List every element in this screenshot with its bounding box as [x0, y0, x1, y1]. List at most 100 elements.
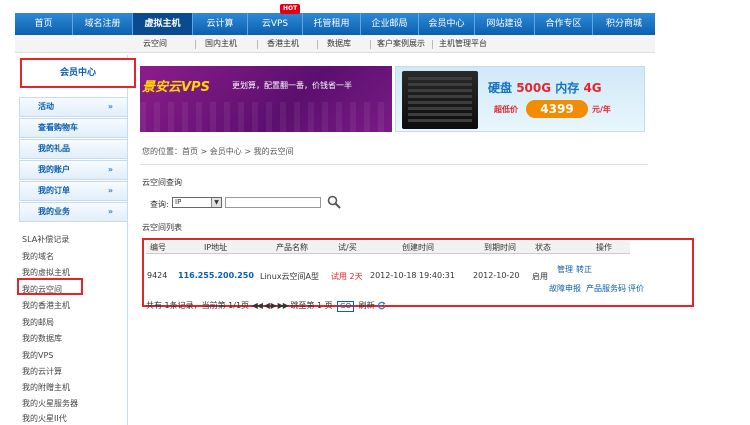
sub-nav: 云空间 国内主机 香港主机 数据库 客户案例展示 主机管理平台: [15, 35, 655, 53]
vps-banner[interactable]: 景安云VPS 更划算，配置翻一番，价钱省一半: [140, 66, 392, 132]
pager-summary: 共有 1条记录，当前第 1/1页: [146, 301, 250, 310]
sidebar-link-hk-host[interactable]: 我的香港主机: [22, 300, 70, 311]
nav-partner[interactable]: 合作专区: [535, 13, 593, 35]
nav-member-center[interactable]: 会员中心: [419, 13, 475, 35]
pagination: 共有 1条记录，当前第 1/1页 ◀◀ ◀ ▶ ▶▶ 跳至第 1 页 GO 刷新: [146, 300, 386, 312]
search-icon[interactable]: [327, 195, 341, 209]
col-expires: 到期时间: [484, 243, 516, 252]
price-badge: 4399: [526, 100, 588, 118]
server-rack-icon: [402, 71, 478, 129]
row-trial: 试用 2天: [331, 272, 363, 281]
hot-badge: HOT: [280, 4, 301, 14]
subnav-divider: [317, 40, 318, 49]
menu-label: 我的业务: [38, 207, 70, 216]
row-id: 9424: [147, 271, 168, 280]
subnav-divider: [370, 40, 371, 49]
query-input[interactable]: [225, 197, 321, 208]
query-label: 查询:: [150, 200, 169, 209]
row-status: 启用: [532, 272, 548, 281]
pager-page-suffix: 页: [324, 301, 333, 310]
col-status: 状态: [535, 243, 551, 252]
subnav-host-platform[interactable]: 主机管理平台: [439, 35, 487, 53]
service-code-link[interactable]: 产品服务码: [586, 283, 626, 294]
query-section-title: 云空间查询: [142, 178, 182, 187]
subnav-cloud-space[interactable]: 云空间: [143, 35, 167, 53]
disk-banner[interactable]: 硬盘 500G 内存 4G 超低价 4399 元/年: [395, 66, 645, 132]
chevron-down-icon: »: [107, 207, 113, 216]
breadcrumb: 您的位置：首页 > 会员中心 > 我的云空间: [142, 147, 294, 156]
vps-banner-title: 景安云VPS: [142, 80, 210, 95]
nav-site-building[interactable]: 网站建设: [475, 13, 535, 35]
price-unit: 元/年: [592, 105, 611, 114]
sidebar-menu-orders[interactable]: 我的订单 »: [19, 181, 128, 201]
sidebar-menu-activity[interactable]: 活动 »: [19, 97, 128, 117]
fault-report-link[interactable]: 故障申报: [549, 283, 581, 294]
pager-goto-label: 跳至第: [290, 301, 315, 310]
list-section-title: 云空间列表: [142, 223, 182, 232]
sidebar-link-domains[interactable]: 我的域名: [22, 251, 54, 262]
subnav-domestic-host[interactable]: 国内主机: [205, 35, 237, 53]
cloud-space-highlight: [17, 278, 83, 295]
member-center-box[interactable]: 会员中心: [20, 58, 136, 88]
sidebar-link-sla[interactable]: SLA补偿记录: [22, 234, 69, 245]
menu-label: 我的订单: [38, 186, 70, 195]
menu-label: 我的礼品: [38, 144, 70, 153]
col-trial: 试/买: [338, 243, 357, 252]
nav-enterprise-mail[interactable]: 企业邮局: [361, 13, 419, 35]
pager-arrows[interactable]: ◀◀ ◀ ▶ ▶▶: [252, 301, 289, 310]
nav-cloud-computing[interactable]: 云计算: [193, 13, 248, 35]
sidebar-link-gift-host[interactable]: 我的附赠主机: [22, 382, 70, 393]
sidebar-link-database[interactable]: 我的数据库: [22, 333, 62, 344]
sidebar-link-virtual-host[interactable]: 我的虚拟主机: [22, 267, 70, 278]
refresh-icon[interactable]: [377, 301, 386, 310]
nav-points-mall[interactable]: 积分商城: [593, 13, 655, 35]
rate-link[interactable]: 评价: [628, 283, 644, 294]
subnav-divider: [432, 40, 433, 49]
sidebar-link-cloud-computing[interactable]: 我的云计算: [22, 366, 62, 377]
sidebar-menu-cart[interactable]: 查看购物车: [19, 118, 128, 138]
subnav-case-showcase[interactable]: 客户案例展示: [377, 35, 425, 53]
nav-domain[interactable]: 域名注册: [73, 13, 133, 35]
pager-page-input[interactable]: 1: [317, 301, 322, 310]
sidebar-link-mail[interactable]: 我的邮局: [22, 317, 54, 328]
nav-cloud-vps[interactable]: 云VPS: [248, 13, 303, 35]
col-ip: IP地址: [204, 243, 228, 252]
sidebar-link-mars-ii[interactable]: 我的火星II代: [22, 413, 67, 424]
subnav-database[interactable]: 数据库: [327, 35, 351, 53]
banner-decoration: [140, 102, 392, 132]
go-button[interactable]: GO: [337, 301, 355, 312]
sidebar-link-mars-server[interactable]: 我的火星服务器: [22, 398, 78, 409]
chevron-down-icon: »: [107, 165, 113, 174]
col-actions: 操作: [596, 243, 612, 252]
row-expires: 2012-10-20: [473, 271, 520, 280]
query-type-select[interactable]: IP ▼: [172, 197, 222, 208]
row-ip: 116.255.200.250: [178, 271, 254, 280]
col-created: 创建时间: [402, 243, 434, 252]
menu-label: 查看购物车: [38, 123, 78, 132]
vps-banner-tagline: 更划算，配置翻一番，价钱省一半: [232, 81, 352, 90]
sidebar-menu-account[interactable]: 我的账户 »: [19, 160, 128, 180]
chevron-down-icon: ▼: [211, 198, 221, 207]
menu-label: 我的账户: [38, 165, 70, 174]
nav-virtual-host[interactable]: 虚拟主机: [133, 13, 193, 35]
refresh-label[interactable]: 刷新: [359, 301, 375, 310]
manage-link[interactable]: 管理: [557, 264, 573, 275]
convert-link[interactable]: 转正: [576, 264, 592, 275]
top-nav: 首页 域名注册 虚拟主机 云计算 云VPS 托管租用 企业邮局 会员中心 网站建…: [15, 13, 655, 35]
sidebar-link-vps[interactable]: 我的VPS: [22, 350, 53, 361]
subnav-divider: [257, 40, 258, 49]
col-id: 编号: [150, 243, 166, 252]
chevron-down-icon: »: [107, 186, 113, 195]
nav-home[interactable]: 首页: [15, 13, 73, 35]
disk-banner-low-price: 超低价: [494, 105, 518, 114]
subnav-divider: [195, 40, 196, 49]
divider: [140, 164, 648, 165]
disk-banner-specs: 硬盘 500G 内存 4G: [488, 81, 602, 95]
row-product: Linux云空间A型: [260, 272, 320, 281]
sidebar-menu-business[interactable]: 我的业务 »: [19, 202, 128, 222]
subnav-hk-host[interactable]: 香港主机: [267, 35, 299, 53]
nav-hosting[interactable]: 托管租用: [303, 13, 361, 35]
sidebar-menu-gifts[interactable]: 我的礼品: [19, 139, 128, 159]
col-product: 产品名称: [276, 243, 308, 252]
row-created: 2012-10-18 19:40:31: [370, 271, 455, 280]
